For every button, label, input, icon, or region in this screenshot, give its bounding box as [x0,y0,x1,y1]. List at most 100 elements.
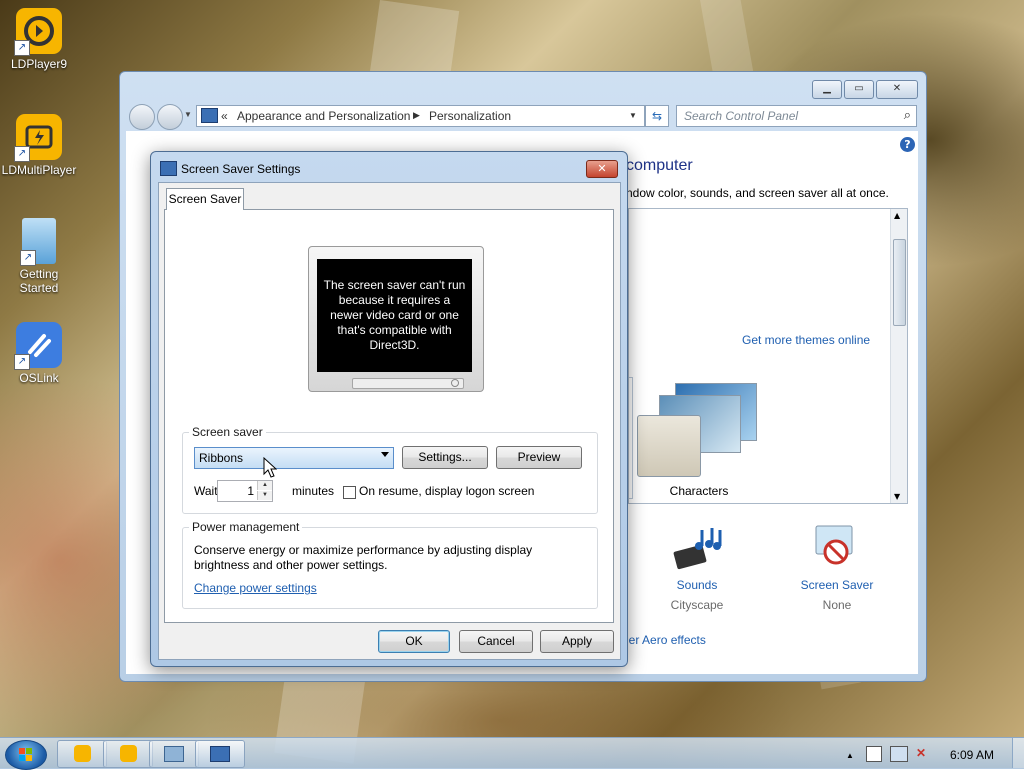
stepper-down-icon[interactable]: ▼ [257,491,272,500]
breadcrumb-separator-icon[interactable]: ▶ [413,110,420,121]
search-input[interactable]: Search Control Panel ⌕ [676,105,917,127]
theme-item-left-edge [629,377,633,499]
dialog-title: Screen Saver Settings [181,162,301,176]
screen-saver-value: None [822,598,852,612]
power-button-icon [451,379,459,387]
refresh-button[interactable]: ⇆ [645,105,669,127]
apply-button[interactable]: Apply [540,630,614,653]
screen-saver-group-label: Screen saver [189,425,266,439]
screen-saver-settings-dialog: Screen Saver Settings ✕ Screen Saver The… [150,151,628,667]
power-management-group: Power management Conserve energy or maxi… [182,520,598,609]
desktop-icon-label: OSLink [19,371,59,385]
mouse-cursor-icon [263,457,277,478]
tab-screen-saver[interactable]: Screen Saver [166,188,244,210]
volume-muted-icon[interactable]: ✕ [916,746,926,760]
shortcut-arrow-icon: ↗ [14,40,30,56]
control-panel-taskbar-icon [210,746,230,762]
action-center-icon[interactable] [866,746,882,762]
minutes-label: minutes [292,484,335,498]
taskbar-ldmultiplayer-button[interactable] [103,740,153,768]
themes-scrollbar[interactable]: ▲ ▼ [890,209,907,503]
back-button[interactable] [129,104,155,130]
power-description-line2: brightness and other power settings. [194,558,388,572]
shortcut-arrow-icon: ↗ [14,354,30,370]
forward-button[interactable] [157,104,183,130]
aero-effects-link[interactable]: her Aero effects [622,633,706,647]
settings-button[interactable]: Settings... [402,446,488,469]
desktop-icon-label: LDMultiPlayer [1,163,77,177]
wait-value: 1 [247,484,254,498]
address-dropdown-icon[interactable]: ▼ [629,111,637,120]
minimize-button[interactable]: ▁ [812,80,842,99]
address-bar[interactable]: « Appearance and Personalization ▶ Perso… [196,105,645,127]
sounds-value: Cityscape [670,598,724,612]
network-status-icon[interactable] [890,746,908,762]
wait-minutes-stepper[interactable]: 1 ▲ ▼ [217,480,273,502]
window-controls: ▁ ▭ ✕ [810,80,918,99]
breadcrumb-appearance[interactable]: Appearance and Personalization [237,109,410,123]
page-heading: computer [626,157,693,174]
close-button[interactable]: ✕ [876,80,918,99]
monitor-stand [352,378,464,389]
cancel-button[interactable]: Cancel [459,630,533,653]
desktop-icon-label: LDPlayer9 [10,57,68,71]
preview-message: The screen saver can't run because it re… [323,278,466,352]
search-placeholder: Search Control Panel [684,109,799,123]
change-power-settings-link[interactable]: Change power settings [194,581,317,595]
windows-logo-icon [19,748,32,761]
screen-saver-dropdown[interactable]: Ribbons [194,447,394,469]
screen-saver-group: Screen saver Ribbons Settings... Preview… [182,425,598,514]
preview-button[interactable]: Preview [496,446,582,469]
breadcrumb-personalization[interactable]: Personalization [429,109,511,123]
stepper-up-icon[interactable]: ▲ [257,481,272,490]
screen-saver-selected: Ribbons [199,451,244,465]
search-icon[interactable]: ⌕ [904,107,911,123]
dialog-icon [160,161,177,176]
desktop-icon-getting-started[interactable]: ↗ Getting Started [1,218,77,295]
shortcut-arrow-icon: ↗ [20,250,36,266]
taskbar-network-button[interactable] [149,740,199,768]
sounds-icon[interactable] [672,524,724,572]
ldplayer-icon: ↗ [14,8,62,56]
on-resume-label[interactable]: On resume, display logon screen [359,484,534,498]
scroll-up-icon[interactable]: ▲ [894,211,900,220]
theme-preview-front[interactable] [637,415,701,477]
getting-started-icon: ↗ [20,218,56,266]
ldplayer-taskbar-icon [73,745,91,762]
dialog-close-button[interactable]: ✕ [586,160,618,178]
ldmultiplayer-taskbar-icon [119,745,137,762]
show-desktop-button[interactable] [1012,738,1024,768]
desktop-icon-label-line2: Started [19,281,59,295]
breadcrumb-prefix[interactable]: « [221,109,228,123]
on-resume-checkbox[interactable] [343,486,356,499]
maximize-button[interactable]: ▭ [844,80,874,99]
scrollbar-thumb[interactable] [893,239,906,326]
sounds-link[interactable]: Sounds [657,578,737,592]
oslink-icon: ↗ [14,322,62,370]
taskbar-ldplayer-button[interactable] [57,740,107,768]
recent-pages-chevron-icon[interactable]: ▼ [184,110,192,119]
desktop-icon-ldmultiplayer[interactable]: ↗ LDMultiPlayer [1,114,77,177]
get-more-themes-link[interactable]: Get more themes online [742,333,870,347]
theme-name-characters[interactable]: Characters [659,484,739,498]
themes-list: ▲ ▼ Get more themes online Characters [628,208,908,504]
control-panel-icon [201,108,218,123]
power-management-label: Power management [189,520,303,534]
scroll-down-icon[interactable]: ▼ [894,492,900,501]
tab-panel: The screen saver can't run because it re… [164,209,614,623]
page-description: ndow color, sounds, and screen saver all… [626,186,889,200]
screen-saver-icon[interactable] [812,522,862,570]
preview-screen: The screen saver can't run because it re… [317,259,472,372]
desktop-icon-label-line1: Getting [19,267,59,281]
clock[interactable]: 6:09 AM [950,748,994,762]
desktop-icon-ldplayer9[interactable]: ↗ LDPlayer9 [1,8,77,71]
monitor-preview: The screen saver can't run because it re… [308,246,484,392]
start-button[interactable] [5,740,47,770]
desktop-icon-oslink[interactable]: ↗ OSLink [1,322,77,385]
taskbar-control-panel-button[interactable] [195,740,245,768]
ok-button[interactable]: OK [378,630,450,653]
dropdown-arrow-icon[interactable] [381,452,389,457]
tray-expand-icon[interactable]: ▲ [846,751,854,760]
help-icon[interactable]: ? [900,137,915,152]
screen-saver-link[interactable]: Screen Saver [797,578,877,592]
